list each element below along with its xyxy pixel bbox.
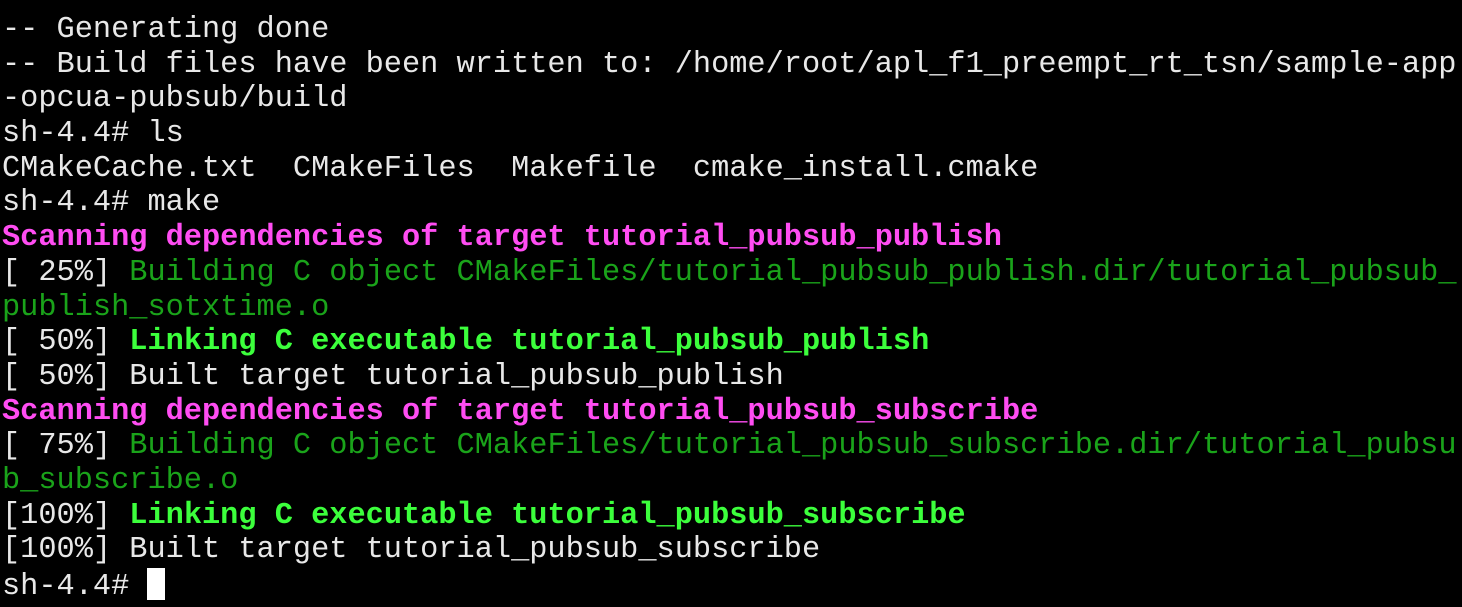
terminal-line: Scanning dependencies of target tutorial… [2,395,1460,430]
terminal-line: [ 50%] Linking C executable tutorial_pub… [2,325,1460,360]
terminal-text-segment: [ 75%] [2,429,130,464]
terminal-line: -opcua-pubsub/build [2,82,1460,117]
terminal-text-segment: Linking C executable tutorial_pubsub_pub… [129,325,930,360]
terminal-line: [ 50%] Built target tutorial_pubsub_publ… [2,360,1460,395]
terminal-output[interactable]: -- Generating done -- Build files have be… [2,13,1460,603]
terminal-line: -- Generating done [2,13,1460,48]
terminal-line: [100%] Built target tutorial_pubsub_subs… [2,533,1460,568]
terminal-line: sh-4.4# ls [2,117,1460,152]
terminal-line: b_subscribe.o [2,464,1460,499]
terminal-text-segment: Scanning dependencies of target tutorial… [2,394,1039,429]
terminal-text-segment: -- Build files have been written to: /ho… [2,47,1457,82]
terminal-text-segment: -- Generating done [2,13,330,47]
terminal-line: [100%] Linking C executable tutorial_pub… [2,499,1460,534]
terminal-text-segment: [ 50%] Built target tutorial_pubsub_publ… [2,359,784,394]
shell-prompt: sh-4.4# [2,570,148,603]
terminal-text-segment: publish_sotxtime.o [2,290,330,325]
terminal-text-segment: [100%] Built target tutorial_pubsub_subs… [2,533,821,568]
terminal-text-segment: CMakeCache.txt CMakeFiles Makefile cmake… [2,151,1039,186]
terminal-text-segment: b_subscribe.o [2,463,239,498]
terminal-text-segment: -opcua-pubsub/build [2,82,348,117]
terminal-text-segment: [ 50%] [2,325,130,360]
terminal-text-segment: [ 25%] [2,255,130,290]
terminal-line: [ 75%] Building C object CMakeFiles/tuto… [2,429,1460,464]
terminal-text-segment: Building C object CMakeFiles/tutorial_pu… [129,429,1457,464]
terminal-line: -- Build files have been written to: /ho… [2,48,1460,83]
terminal-text-segment: Building C object CMakeFiles/tutorial_pu… [129,255,1457,290]
terminal-line: sh-4.4# make [2,186,1460,221]
terminal-text-segment: [100%] [2,498,130,533]
terminal-line: publish_sotxtime.o [2,291,1460,326]
terminal-text-segment: sh-4.4# ls [2,117,184,152]
terminal-line: Scanning dependencies of target tutorial… [2,221,1460,256]
terminal-text-segment: sh-4.4# make [2,186,221,221]
terminal-text-segment: Scanning dependencies of target tutorial… [2,221,1002,256]
prompt-line[interactable]: sh-4.4# [2,568,1460,603]
terminal-line: [ 25%] Building C object CMakeFiles/tuto… [2,256,1460,291]
terminal-line: CMakeCache.txt CMakeFiles Makefile cmake… [2,152,1460,187]
terminal-text-segment: Linking C executable tutorial_pubsub_sub… [129,498,966,533]
text-cursor[interactable] [147,568,166,600]
